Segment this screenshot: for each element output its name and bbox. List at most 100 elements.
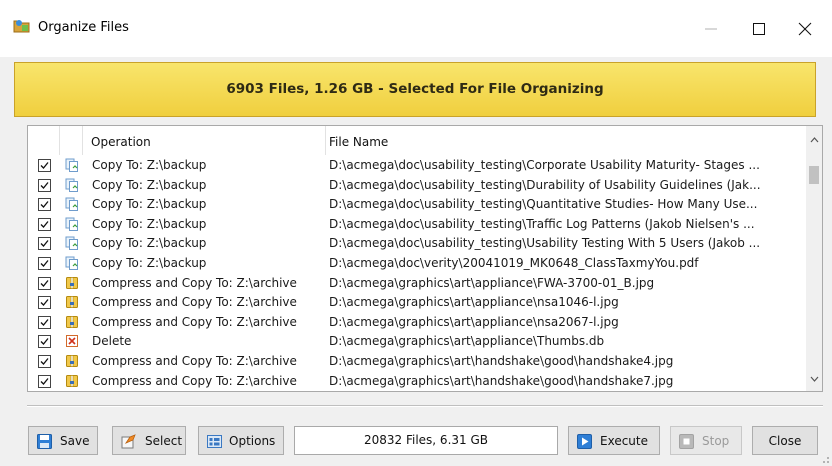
compress-icon: [65, 374, 79, 388]
row-checkbox[interactable]: [38, 335, 51, 349]
stop-icon: [679, 434, 694, 449]
row-file-name: D:\acmega\doc\verity\20041019_MK0648_Cla…: [329, 255, 699, 270]
row-operation: Copy To: Z:\backup: [92, 255, 207, 270]
compress-icon: [65, 295, 79, 309]
save-icon: [37, 434, 52, 449]
row-checkbox[interactable]: [38, 159, 51, 172]
row-operation: Delete: [92, 334, 132, 349]
row-operation: Compress and Copy To: Z:\archive: [92, 314, 297, 329]
compress-icon: [65, 276, 79, 290]
scrollbar-thumb[interactable]: [809, 166, 819, 184]
copy-icon: [65, 217, 79, 231]
total-files-status: 20832 Files, 6.31 GB: [294, 426, 558, 455]
row-file-name: D:\acmega\graphics\art\handshake\good\ha…: [329, 373, 674, 388]
row-file-name: D:\acmega\graphics\art\appliance\FWA-370…: [329, 275, 655, 290]
close-label: Close: [768, 434, 802, 448]
header-operation-label: Operation: [91, 135, 151, 149]
table-row[interactable]: Compress and Copy To: Z:\archive D:\acmeg…: [28, 313, 806, 333]
header-icon-column[interactable]: [60, 126, 83, 155]
file-operations-grid: Operation File Name Copy To: Z:\backup D:…: [27, 125, 823, 392]
row-checkbox[interactable]: [38, 374, 51, 388]
header-operation[interactable]: Operation: [83, 126, 326, 155]
table-row[interactable]: Compress and Copy To: Z:\archive D:\acmeg…: [28, 293, 806, 313]
row-checkbox[interactable]: [38, 178, 51, 192]
execute-label: Execute: [600, 434, 648, 448]
compress-icon: [65, 354, 79, 368]
window-title: Organize Files: [38, 20, 129, 35]
select-label: Select: [145, 434, 183, 448]
row-file-name: D:\acmega\doc\usability_testing\Corporat…: [329, 158, 760, 172]
grid-header: Operation File Name: [28, 126, 806, 155]
minimize-icon: [705, 28, 717, 30]
row-operation: Compress and Copy To: Z:\archive: [92, 275, 297, 290]
row-file-name: D:\acmega\graphics\art\appliance\Thumbs.…: [329, 334, 605, 349]
row-file-name: D:\acmega\graphics\art\appliance\nsa1046…: [329, 295, 619, 310]
row-checkbox[interactable]: [38, 315, 51, 329]
scroll-down-icon[interactable]: [810, 376, 819, 383]
delete-icon: [65, 334, 79, 348]
selection-summary-banner: 6903 Files, 1.26 GB - Selected For File …: [14, 62, 816, 117]
maximize-button[interactable]: [736, 14, 782, 44]
header-check-column[interactable]: [28, 126, 60, 155]
row-checkbox[interactable]: [38, 217, 51, 231]
compress-icon: [65, 315, 79, 329]
organize-files-window: Organize Files 6903 Files, 1.26 GB - Sel…: [0, 0, 832, 466]
copy-icon: [65, 256, 79, 270]
close-button[interactable]: Close: [752, 426, 818, 455]
row-checkbox[interactable]: [38, 256, 51, 270]
options-button[interactable]: Options: [198, 426, 284, 455]
row-checkbox[interactable]: [38, 354, 51, 368]
execute-button[interactable]: Execute: [568, 426, 660, 455]
header-file-name-label: File Name: [329, 135, 389, 149]
save-label: Save: [60, 434, 90, 448]
close-icon: [798, 22, 812, 36]
row-file-name: D:\acmega\graphics\art\appliance\nsa2067…: [329, 314, 619, 329]
close-window-button[interactable]: [782, 14, 828, 44]
table-row[interactable]: Copy To: Z:\backup D:\acmega\doc\usabilit…: [28, 215, 806, 235]
title-bar[interactable]: Organize Files: [0, 0, 832, 57]
row-file-name: D:\acmega\doc\usability_testing\Durabili…: [329, 177, 761, 192]
row-operation: Copy To: Z:\backup: [92, 177, 207, 192]
row-operation: Compress and Copy To: Z:\archive: [92, 373, 297, 388]
table-row[interactable]: Compress and Copy To: Z:\archive D:\acmeg…: [28, 372, 806, 391]
row-operation: Compress and Copy To: Z:\archive: [92, 295, 297, 310]
minimize-button[interactable]: [688, 14, 734, 44]
select-button[interactable]: Select: [112, 426, 186, 455]
table-row[interactable]: Delete D:\acmega\graphics\art\appliance\T…: [28, 332, 806, 352]
table-row[interactable]: Copy To: Z:\backup D:\acmega\doc\usabilit…: [28, 176, 806, 196]
options-label: Options: [229, 434, 276, 448]
copy-icon: [65, 158, 79, 172]
stop-label: Stop: [702, 434, 730, 448]
row-checkbox[interactable]: [38, 198, 51, 212]
grid-rows: Copy To: Z:\backup D:\acmega\doc\usabilit…: [28, 156, 806, 391]
options-icon: [207, 434, 222, 449]
row-file-name: D:\acmega\doc\usability_testing\Traffic …: [329, 216, 755, 231]
resize-grip-icon[interactable]: [818, 452, 830, 464]
stop-button[interactable]: Stop: [670, 426, 742, 455]
row-operation: Copy To: Z:\backup: [92, 216, 207, 231]
row-checkbox[interactable]: [38, 296, 51, 310]
select-icon: [121, 434, 136, 449]
table-row[interactable]: Copy To: Z:\backup D:\acmega\doc\verity\2…: [28, 254, 806, 274]
play-icon: [577, 434, 592, 449]
header-file-name[interactable]: File Name: [326, 126, 806, 155]
separator: [27, 405, 823, 407]
maximize-icon: [753, 23, 765, 35]
scroll-up-icon[interactable]: [810, 136, 819, 143]
row-checkbox[interactable]: [38, 276, 51, 290]
row-operation: Copy To: Z:\backup: [92, 197, 207, 212]
save-button[interactable]: Save: [28, 426, 98, 455]
row-checkbox[interactable]: [38, 237, 51, 251]
row-file-name: D:\acmega\graphics\art\handshake\good\ha…: [329, 353, 674, 368]
table-row[interactable]: Copy To: Z:\backup D:\acmega\doc\usabilit…: [28, 156, 806, 176]
row-file-name: D:\acmega\doc\usability_testing\Quantita…: [329, 197, 758, 212]
table-row[interactable]: Copy To: Z:\backup D:\acmega\doc\usabilit…: [28, 195, 806, 215]
table-row[interactable]: Compress and Copy To: Z:\archive D:\acmeg…: [28, 352, 806, 372]
table-row[interactable]: Copy To: Z:\backup D:\acmega\doc\usabilit…: [28, 234, 806, 254]
vertical-scrollbar[interactable]: [806, 126, 822, 391]
copy-icon: [65, 197, 79, 212]
table-row[interactable]: Compress and Copy To: Z:\archive D:\acmeg…: [28, 274, 806, 294]
copy-icon: [65, 236, 79, 251]
row-operation: Copy To: Z:\backup: [92, 158, 207, 172]
row-operation: Copy To: Z:\backup: [92, 236, 207, 251]
